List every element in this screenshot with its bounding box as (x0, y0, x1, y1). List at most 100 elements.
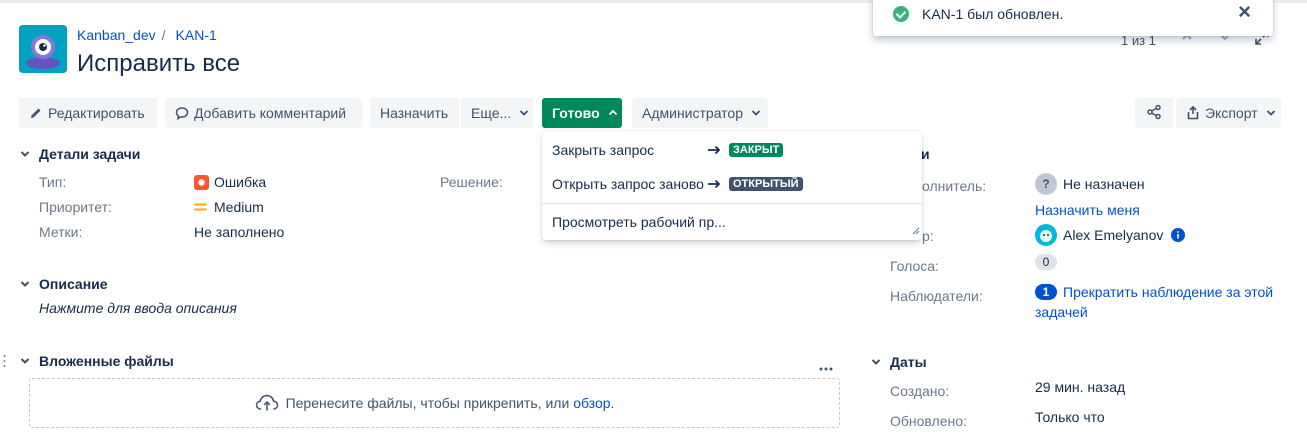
admin-button-label: Администратор (642, 105, 744, 121)
export-button[interactable]: Экспорт (1176, 98, 1281, 128)
attachment-dropzone[interactable]: Перенесите файлы, чтобы прикрепить, или … (29, 378, 840, 428)
arrow-right-icon (707, 179, 721, 189)
type-value-text: Ошибка (214, 174, 267, 190)
transition-close-item[interactable]: Закрыть запрос ЗАКРЫТ (552, 142, 784, 158)
dates-section-toggle[interactable]: Даты (870, 354, 927, 370)
chevron-down-icon (19, 355, 31, 367)
votes-badge: 0 (1035, 254, 1057, 270)
updated-label: Обновлено: (890, 413, 967, 429)
breadcrumb-project-link[interactable]: Kanban_dev (77, 27, 156, 43)
more-options-icon[interactable] (819, 358, 833, 374)
priority-medium-icon (194, 202, 207, 212)
description-heading: Описание (39, 276, 108, 292)
project-avatar[interactable] (19, 25, 67, 73)
status-lozenge-closed: ЗАКРЫТ (729, 143, 784, 157)
labels-value[interactable]: Не заполнено (194, 224, 284, 240)
transition-close-label: Закрыть запрос (552, 142, 655, 158)
chevron-down-icon (1266, 108, 1276, 118)
priority-value-text: Medium (214, 199, 264, 215)
assign-to-me-link[interactable]: Назначить меня (1035, 202, 1140, 218)
created-value: 29 мин. назад (1035, 379, 1126, 395)
description-field[interactable]: Нажмите для ввода описания (39, 300, 237, 316)
more-button[interactable]: Еще... (461, 98, 533, 128)
priority-label: Приоритет: (39, 199, 112, 215)
people-heading: и (921, 146, 930, 162)
type-value: Ошибка (194, 174, 266, 190)
upload-cloud-icon (255, 394, 279, 412)
pencil-icon (29, 106, 43, 120)
info-icon[interactable] (1171, 228, 1186, 242)
assign-button[interactable]: Назначить (370, 98, 459, 128)
reporter-label: р: (922, 228, 934, 244)
watchers-label: Наблюдатели: (890, 288, 983, 304)
status-button[interactable]: Готово (542, 98, 622, 128)
status-lozenge-open: ОТКРЫТЫЙ (729, 177, 803, 191)
watchers-value[interactable]: 1 Прекратить наблюдение за этой (1035, 284, 1273, 300)
chevron-down-icon (519, 108, 529, 118)
page-title[interactable]: Исправить все (77, 50, 240, 78)
breadcrumb: Kanban_dev / KAN-1 (77, 27, 217, 43)
toast-message: KAN-1 был обновлен. (922, 6, 1064, 22)
add-comment-label: Добавить комментарий (194, 105, 347, 121)
attachments-section-toggle[interactable]: Вложенные файлы (19, 353, 174, 369)
reporter-value[interactable]: Alex Emelyanov (1035, 224, 1186, 246)
labels-label: Метки: (39, 224, 83, 240)
svg-text:?: ? (1042, 177, 1049, 191)
drag-handle-icon[interactable] (3, 354, 6, 371)
attachments-heading: Вложенные файлы (39, 353, 174, 369)
success-toast: KAN-1 был обновлен. × (873, 0, 1273, 36)
project-avatar-icon (19, 25, 67, 73)
view-workflow-item[interactable]: Просмотреть рабочий пр... (552, 214, 726, 230)
browse-link[interactable]: обзор. (573, 395, 614, 411)
success-check-icon (893, 6, 909, 22)
breadcrumb-issue-link[interactable]: KAN-1 (176, 27, 217, 43)
stop-watching-link[interactable]: Прекратить наблюдение за этой (1063, 284, 1273, 300)
bug-icon (194, 174, 209, 190)
assignee-value[interactable]: ? Не назначен (1035, 173, 1145, 195)
admin-button[interactable]: Администратор (632, 98, 768, 128)
transition-reopen-label: Открыть запрос заново (552, 176, 704, 192)
dates-heading: Даты (890, 354, 927, 370)
resolution-label: Решение: (440, 174, 503, 190)
dropzone-text: Перенесите файлы, чтобы прикрепить, или (285, 395, 570, 411)
share-icon (1146, 104, 1162, 123)
chevron-down-icon (870, 356, 882, 368)
share-button[interactable] (1135, 98, 1173, 128)
assignee-label: олнитель: (922, 178, 987, 194)
description-section-toggle[interactable]: Описание (19, 276, 108, 292)
details-heading: Детали задачи (39, 146, 141, 162)
transition-reopen-item[interactable]: Открыть запрос заново ОТКРЫТЫЙ (552, 176, 803, 192)
transitions-dropdown: Закрыть запрос ЗАКРЫТ Открыть запрос зан… (542, 131, 922, 240)
chevron-down-icon (19, 148, 31, 160)
votes-label: Голоса: (890, 258, 939, 274)
reporter-value-text: Alex Emelyanov (1063, 227, 1164, 243)
stop-watching-link-cont[interactable]: задачей (1035, 304, 1088, 320)
more-button-label: Еще... (471, 105, 512, 121)
created-label: Создано: (890, 383, 950, 399)
watchers-count-badge: 1 (1035, 284, 1057, 300)
assign-button-label: Назначить (380, 105, 449, 121)
export-button-label: Экспорт (1205, 105, 1258, 121)
chevron-down-icon (751, 108, 761, 118)
updated-value: Только что (1035, 409, 1105, 425)
breadcrumb-separator: / (161, 27, 166, 43)
priority-value: Medium (194, 199, 264, 215)
comment-icon (175, 106, 189, 120)
details-section-toggle[interactable]: Детали задачи (19, 146, 140, 162)
unassigned-avatar-icon: ? (1035, 173, 1057, 195)
votes-value[interactable]: 0 (1035, 254, 1057, 270)
chevron-down-icon (19, 278, 31, 290)
status-button-label: Готово (552, 105, 600, 121)
resize-handle-icon[interactable] (910, 222, 920, 238)
edit-button[interactable]: Редактировать (19, 98, 157, 128)
add-comment-button[interactable]: Добавить комментарий (165, 98, 362, 128)
type-label: Тип: (39, 174, 67, 190)
chevron-up-icon (608, 108, 618, 118)
edit-button-label: Редактировать (48, 105, 145, 121)
assignee-value-text: Не назначен (1063, 176, 1145, 192)
arrow-right-icon (707, 145, 721, 155)
avatar (1035, 224, 1057, 246)
close-icon[interactable]: × (1238, 0, 1251, 25)
export-icon (1186, 106, 1200, 120)
dropdown-divider (542, 203, 922, 204)
